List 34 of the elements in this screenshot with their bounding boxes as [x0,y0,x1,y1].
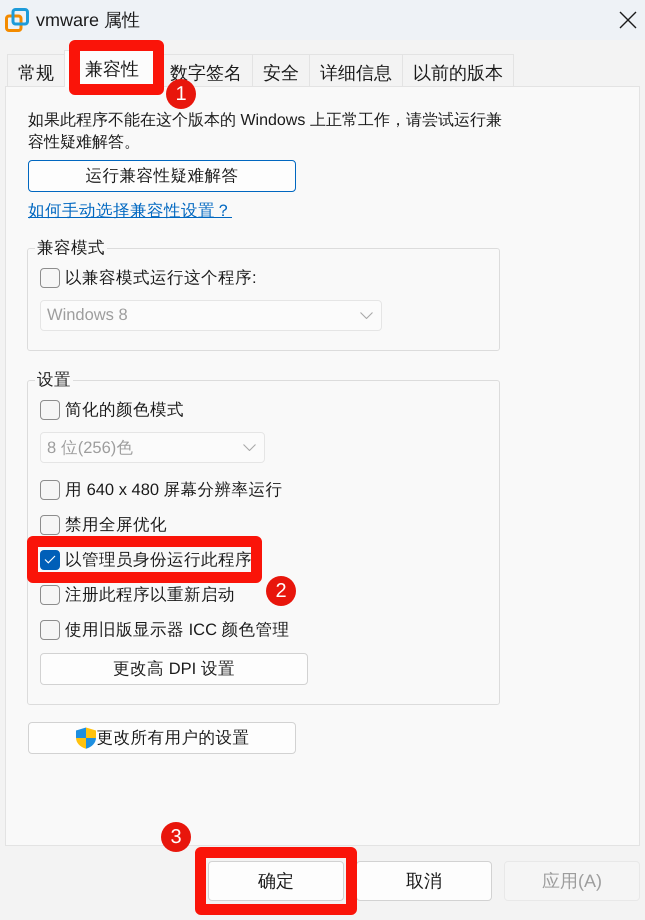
shield-icon [74,727,96,749]
checkbox-label[interactable]: 以管理员身份运行此程序 [65,548,252,570]
checkbox-label[interactable]: 禁用全屏优化 [65,514,167,536]
group-title: 兼容模式 [36,238,106,258]
checkbox[interactable] [40,550,60,570]
button-label: 更改所有用户的设置 [96,728,250,749]
description-text: 如果此程序不能在这个版本的 Windows 上正常工作，请尝试运行兼容性疑难解答。 [28,110,503,153]
chevron-down-icon [243,444,256,451]
group-title: 设置 [36,370,72,390]
window-title: vmware 属性 [36,9,142,32]
checkbox-label[interactable]: 以兼容模式运行这个程序: [65,266,257,288]
checkbox-label[interactable]: 简化的颜色模式 [65,398,184,420]
troubleshoot-button[interactable]: 运行兼容性疑难解答 [28,160,296,192]
checkbox[interactable] [40,268,60,288]
checkbox-label[interactable]: 注册此程序以重新启动 [65,584,235,606]
checkbox[interactable] [40,514,60,534]
tab[interactable]: 常规 [7,54,65,86]
dialog-button[interactable]: 取消 [356,861,492,901]
checkbox[interactable] [40,480,60,500]
all-users-settings-button[interactable]: 更改所有用户的设置 [28,722,296,754]
step-badge: 2 [266,576,296,606]
checkmark-icon [44,555,56,564]
dialog-button[interactable]: 确定 [208,861,344,901]
checkbox-label[interactable]: 用 640 x 480 屏幕分辨率运行 [65,478,283,500]
dpi-settings-button[interactable]: 更改高 DPI 设置 [40,653,308,685]
chevron-down-icon [360,312,373,319]
checkbox-label[interactable]: 使用旧版显示器 ICC 颜色管理 [65,618,290,640]
checkbox[interactable] [40,400,60,420]
help-link[interactable]: 如何手动选择兼容性设置？ [28,200,232,222]
checkbox[interactable] [40,620,60,640]
checkbox[interactable] [40,584,60,604]
squares-logo-icon [5,8,29,32]
tab[interactable]: 以前的版本 [402,54,514,86]
close-icon [619,11,637,29]
